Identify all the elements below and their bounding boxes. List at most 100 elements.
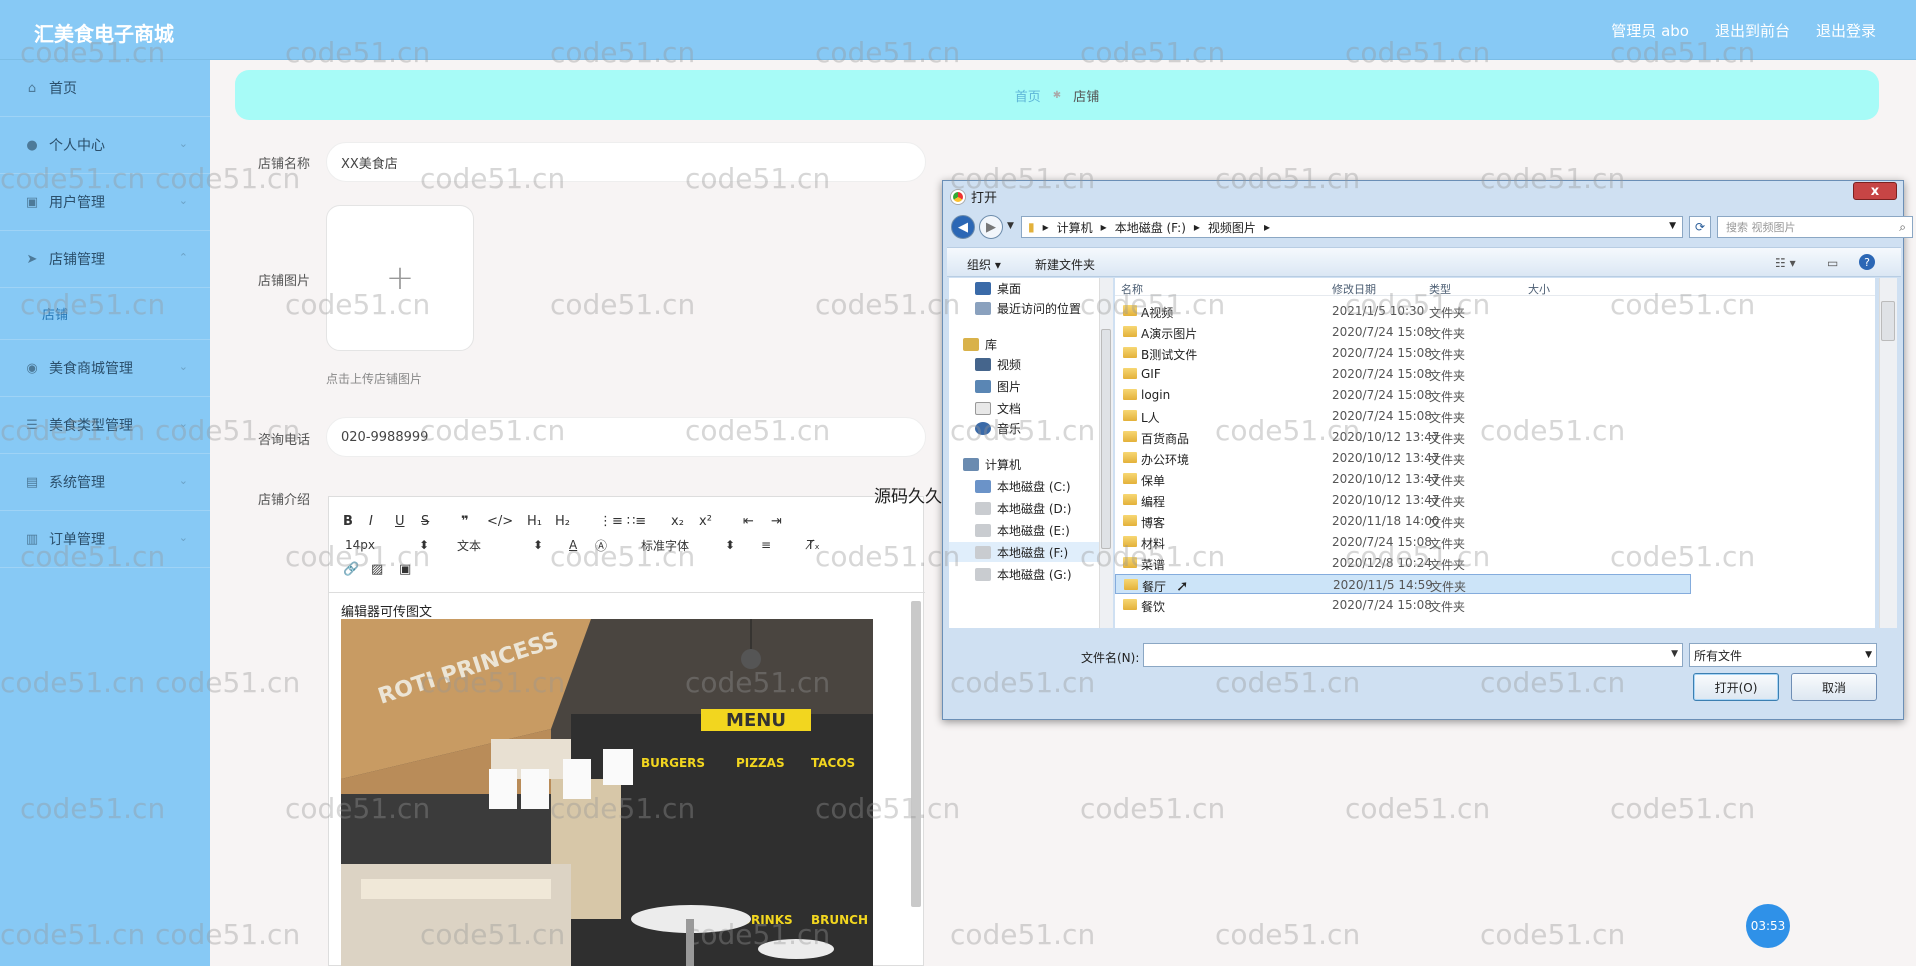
tree-item-recent[interactable]: 最近访问的位置 (975, 298, 1081, 318)
path-segment[interactable]: 计算机 (1057, 219, 1093, 236)
tree-scrollbar-thumb[interactable] (1101, 329, 1111, 549)
file-row[interactable]: B测试文件 2020/7/24 15:08 文件夹 (1115, 343, 1691, 363)
bullet-list-icon[interactable]: ∷≡ (627, 514, 671, 529)
image-icon[interactable]: ▨ (371, 562, 399, 577)
indent-icon[interactable]: ⇥ (771, 514, 799, 529)
column-name[interactable]: 名称 (1121, 281, 1143, 297)
code-icon[interactable]: </> (487, 514, 527, 529)
column-modified[interactable]: 修改日期 (1332, 281, 1376, 297)
align-icon[interactable]: ≡ (761, 538, 771, 552)
sidebar-item-food-type-management[interactable]: ☰ 美食类型管理 ⌄ (0, 397, 210, 454)
tree-item-videos[interactable]: 视频 (975, 354, 1021, 374)
shop-name-input[interactable]: XX美食店 (326, 142, 926, 182)
history-dropdown-icon[interactable]: ▼ (1007, 221, 1014, 231)
address-dropdown-icon[interactable]: ▼ (1669, 221, 1676, 231)
sidebar-item-home[interactable]: ⌂ 首页 (0, 60, 210, 117)
back-arrow-icon[interactable]: ◀ (951, 215, 975, 239)
dialog-close-button[interactable]: x (1853, 182, 1897, 200)
cancel-button[interactable]: 取消 (1791, 673, 1877, 701)
file-row[interactable]: 博客 2020/11/18 14:00 文件夹 (1115, 511, 1691, 531)
filetype-select[interactable]: 所有文件 ▼ (1689, 643, 1877, 667)
sidebar-subitem-shop[interactable]: 店铺 (0, 288, 210, 340)
editor-scrollbar[interactable] (911, 601, 921, 907)
organize-button[interactable]: 组织 ▾ (967, 256, 1001, 273)
font-size-select[interactable]: 14px (345, 538, 375, 552)
quote-icon[interactable]: ❞ (461, 514, 487, 529)
file-date: 2020/11/18 14:00 (1332, 514, 1440, 528)
back-to-front-link[interactable]: 退出到前台 (1715, 20, 1790, 41)
phone-input[interactable]: 020-9988999 (326, 417, 926, 457)
tree-item-drive-c[interactable]: 本地磁盘 (C:) (975, 476, 1071, 496)
help-icon[interactable]: ? (1859, 254, 1875, 270)
underline-icon[interactable]: U (395, 514, 421, 529)
tree-item-desktop[interactable]: 桌面 (975, 278, 1021, 298)
file-row[interactable]: L人 2020/7/24 15:08 文件夹 (1115, 406, 1691, 426)
video-icon[interactable]: ▣ (399, 562, 427, 577)
background-color-icon[interactable]: Ⓐ (595, 537, 607, 554)
file-row[interactable]: A演示图片 2020/7/24 15:08 文件夹 (1115, 322, 1691, 342)
file-row[interactable]: 菜谱 2020/12/8 10:24 文件夹 (1115, 553, 1691, 573)
heading1-icon[interactable]: H₁ (527, 514, 555, 529)
sidebar-item-label: 订单管理 (49, 532, 105, 548)
column-type[interactable]: 类型 (1429, 281, 1451, 297)
logout-link[interactable]: 退出登录 (1816, 20, 1876, 41)
file-row[interactable]: login 2020/7/24 15:08 文件夹 (1115, 385, 1691, 405)
file-row[interactable]: 材料 2020/7/24 15:08 文件夹 (1115, 532, 1691, 552)
tree-item-drive-f[interactable]: 本地磁盘 (F:) (949, 542, 1099, 562)
file-row[interactable]: 餐饮 2020/7/24 15:08 文件夹 (1115, 595, 1691, 615)
path-segment[interactable]: 本地磁盘 (F:) (1115, 219, 1186, 236)
clear-format-icon[interactable]: T̸ₓ (807, 538, 820, 552)
sidebar-item-user-management[interactable]: ▣ 用户管理 ⌄ (0, 174, 210, 231)
tree-item-pictures[interactable]: 图片 (975, 376, 1021, 396)
file-row[interactable]: 编程 2020/10/12 13:47 文件夹 (1115, 490, 1691, 510)
bold-icon[interactable]: B (343, 514, 369, 529)
preview-pane-icon[interactable]: ▭ (1827, 256, 1838, 270)
sidebar-item-system-management[interactable]: ▤ 系统管理 ⌄ (0, 454, 210, 511)
editor-content-text[interactable]: 编辑器可传图文 (341, 601, 432, 620)
file-row[interactable]: 办公环境 2020/10/12 13:47 文件夹 (1115, 448, 1691, 468)
dialog-search-input[interactable]: 搜索 视频图片 ⌕ (1717, 216, 1913, 238)
forward-arrow-icon[interactable]: ▶ (979, 215, 1003, 239)
heading2-icon[interactable]: H₂ (555, 514, 599, 529)
file-row[interactable]: A视频 2021/1/5 10:30 文件夹 (1115, 301, 1691, 321)
tree-item-label: 文档 (997, 401, 1022, 416)
font-family-select[interactable]: 标准字体 (641, 537, 689, 554)
filename-input[interactable]: ▼ (1143, 643, 1683, 667)
filename-dropdown-icon[interactable]: ▼ (1671, 649, 1678, 659)
refresh-icon[interactable]: ⟳ (1689, 216, 1711, 238)
file-list-scrollbar-thumb[interactable] (1881, 301, 1895, 341)
file-row[interactable]: 百货商品 2020/10/12 13:47 文件夹 (1115, 427, 1691, 447)
tree-item-drive-e[interactable]: 本地磁盘 (E:) (975, 520, 1070, 540)
file-type: 文件夹 (1429, 306, 1466, 320)
new-folder-button[interactable]: 新建文件夹 (1035, 256, 1095, 273)
superscript-icon[interactable]: x² (699, 514, 743, 529)
italic-icon[interactable]: I (369, 514, 395, 529)
strikethrough-icon[interactable]: S (421, 514, 461, 529)
breadcrumb-home[interactable]: 首页 (1015, 86, 1041, 105)
subscript-icon[interactable]: x₂ (671, 514, 699, 529)
sidebar-item-shop-management[interactable]: ➤ 店铺管理 ⌃ (0, 231, 210, 288)
address-bar[interactable]: ▮ ▸ 计算机 ▸ 本地磁盘 (F:) ▸ 视频图片 ▸ ▼ (1021, 216, 1683, 238)
open-button[interactable]: 打开(O) (1693, 673, 1779, 701)
column-size[interactable]: 大小 (1528, 281, 1550, 297)
sidebar-item-food-mall-management[interactable]: ◉ 美食商城管理 ⌄ (0, 340, 210, 397)
text-style-select[interactable]: 文本 (457, 537, 481, 554)
tree-item-computer[interactable]: 计算机 (963, 454, 1021, 474)
image-upload-button[interactable]: + (326, 205, 474, 351)
tree-item-music[interactable]: 音乐 (975, 418, 1021, 438)
ordered-list-icon[interactable]: ⋮≡ (599, 514, 627, 529)
tree-item-libraries[interactable]: 库 (963, 334, 997, 354)
tree-item-drive-g[interactable]: 本地磁盘 (G:) (975, 564, 1072, 584)
path-segment[interactable]: 视频图片 (1208, 219, 1256, 236)
file-row[interactable]: GIF 2020/7/24 15:08 文件夹 (1115, 364, 1691, 384)
tree-item-drive-d[interactable]: 本地磁盘 (D:) (975, 498, 1071, 518)
sidebar-item-order-management[interactable]: ▥ 订单管理 ⌄ (0, 511, 210, 568)
sidebar-item-personal-center[interactable]: ● 个人中心 ⌄ (0, 117, 210, 174)
file-row[interactable]: 保单 2020/10/12 13:47 文件夹 (1115, 469, 1691, 489)
view-options-icon[interactable]: ☷ ▾ (1775, 256, 1796, 270)
tree-item-documents[interactable]: 文档 (975, 398, 1021, 418)
link-icon[interactable]: 🔗 (343, 562, 371, 577)
outdent-icon[interactable]: ⇤ (743, 514, 771, 529)
file-row-selected[interactable]: 餐厅 2020/11/5 14:59 文件夹 ➚ (1115, 574, 1691, 595)
font-color-icon[interactable]: A (569, 538, 577, 552)
